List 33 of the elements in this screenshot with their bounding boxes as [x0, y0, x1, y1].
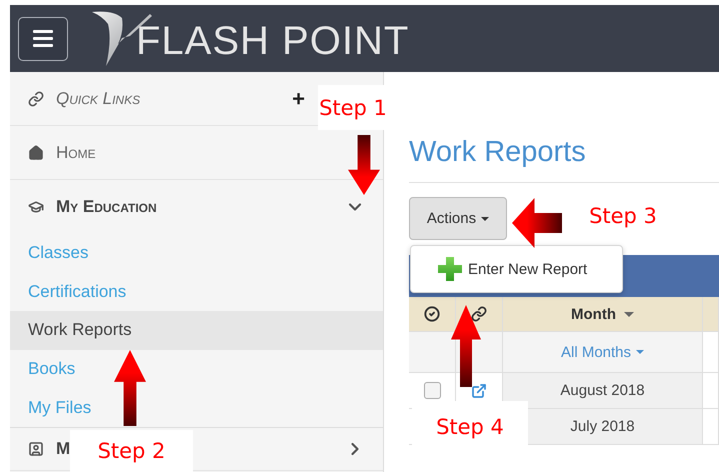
link-icon — [471, 306, 487, 322]
contact-card-icon — [28, 440, 44, 457]
home-icon — [28, 144, 44, 160]
step-label: Step 2 — [70, 430, 193, 472]
table-cell — [703, 373, 719, 409]
external-link-icon[interactable] — [471, 382, 487, 398]
sidebar-link[interactable]: Work Reports — [10, 311, 383, 350]
section-header[interactable]: My Education — [56, 197, 157, 217]
arrow-icon — [348, 135, 380, 195]
menu-item-label: Enter New Report — [468, 260, 588, 278]
caret-icon — [481, 216, 490, 220]
menu-button[interactable] — [18, 16, 68, 60]
quick-links-label: Quick Links — [56, 88, 140, 108]
column-header[interactable]: Month — [571, 306, 634, 322]
brand-name: FLASH POINT — [136, 19, 410, 64]
step-label: Step 1 — [318, 85, 388, 130]
arrow-icon — [512, 198, 562, 248]
menu-item[interactable]: Enter New Report — [411, 251, 588, 287]
caret-icon — [624, 312, 634, 316]
graduation-cap-icon — [28, 199, 44, 215]
table-cell: August 2018 — [503, 373, 703, 409]
arrow-icon — [114, 350, 146, 426]
check-all-icon[interactable] — [424, 306, 440, 322]
actions-button[interactable]: Actions — [409, 197, 507, 240]
caret-icon — [636, 350, 644, 354]
section-header[interactable]: M — [56, 438, 70, 459]
add-link-button[interactable]: + — [292, 86, 305, 112]
nav-item[interactable]: Home — [56, 142, 96, 162]
link-icon — [28, 90, 44, 106]
row-checkbox[interactable] — [424, 382, 440, 399]
plus-icon — [437, 256, 463, 282]
arrow-icon — [451, 305, 481, 387]
page-title: Work Reports — [409, 135, 587, 170]
